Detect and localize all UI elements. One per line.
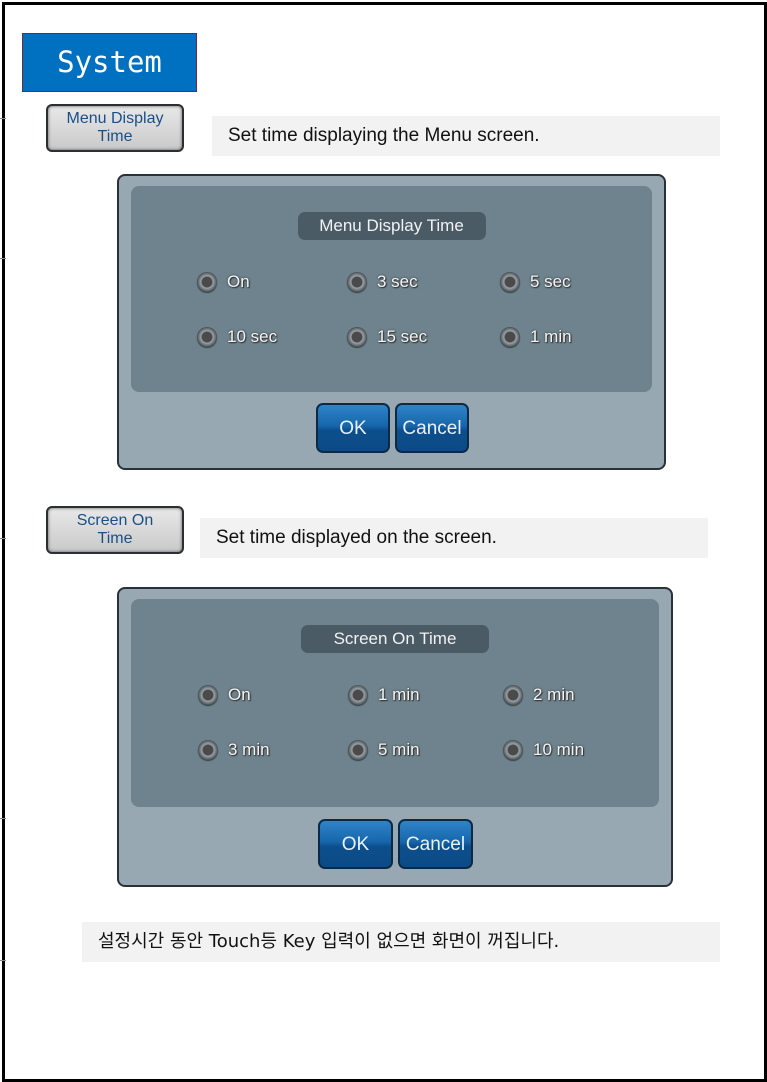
dialog-title: Screen On Time [301,625,489,653]
margin-tick [0,538,6,539]
option-5-min[interactable]: 5 min [348,740,420,760]
menu-display-time-chip: Menu Display Time [46,104,184,152]
dialog-title: Menu Display Time [297,212,486,240]
radio-icon[interactable] [348,685,368,705]
option-label: 10 min [533,740,585,759]
radio-icon[interactable] [503,685,523,705]
radio-icon[interactable] [347,272,367,292]
option-label: On [227,272,250,291]
option-label: 2 min [533,685,575,704]
option-label: 5 min [378,740,420,759]
menu-display-time-dialog: Menu Display Time On 3 sec 5 sec 10 sec … [117,174,666,470]
option-label: 3 min [228,740,270,759]
option-3-min[interactable]: 3 min [198,740,270,760]
radio-icon[interactable] [503,740,523,760]
option-3-sec[interactable]: 3 sec [347,272,418,292]
radio-icon[interactable] [198,740,218,760]
ok-button[interactable]: OK [316,403,390,453]
option-label: 1 min [378,685,420,704]
chip-label-line1: Menu Display [66,110,164,127]
chip-label-line2: Time [97,530,133,547]
option-10-min[interactable]: 10 min [503,740,584,760]
chip-label-line2: Time [97,128,133,145]
margin-tick [0,818,6,819]
radio-icon[interactable] [347,327,367,347]
menu-display-description: Set time displaying the Menu screen. [212,116,720,156]
screen-on-description: Set time displayed on the screen. [200,518,708,558]
radio-icon[interactable] [348,740,368,760]
dialog-panel: Screen On Time On 1 min 2 min 3 min 5 mi… [131,599,659,807]
option-5-sec[interactable]: 5 sec [500,272,571,292]
option-1-min[interactable]: 1 min [348,685,420,705]
option-label: 5 sec [530,272,571,291]
option-2-min[interactable]: 2 min [503,685,575,705]
radio-icon[interactable] [500,272,520,292]
option-15-sec[interactable]: 15 sec [347,327,427,347]
option-on[interactable]: On [198,685,251,705]
option-label: On [228,685,251,704]
option-label: 10 sec [227,327,278,346]
ok-button[interactable]: OK [318,819,393,869]
margin-tick [0,258,6,259]
cancel-button[interactable]: Cancel [398,819,473,869]
margin-tick [0,118,6,119]
option-on[interactable]: On [197,272,250,292]
option-label: 3 sec [377,272,418,291]
option-label: 15 sec [377,327,428,346]
dialog-panel: Menu Display Time On 3 sec 5 sec 10 sec … [131,186,652,392]
radio-icon[interactable] [500,327,520,347]
section-title: System [22,33,197,92]
cancel-button[interactable]: Cancel [395,403,469,453]
option-1-min[interactable]: 1 min [500,327,572,347]
option-label: 1 min [530,327,572,346]
margin-tick [0,960,6,961]
note-text: 설정시간 동안 Touch등 Key 입력이 없으면 화면이 꺼집니다. [82,922,720,962]
radio-icon[interactable] [198,685,218,705]
option-10-sec[interactable]: 10 sec [197,327,277,347]
radio-icon[interactable] [197,327,217,347]
screen-on-time-dialog: Screen On Time On 1 min 2 min 3 min 5 mi… [117,587,673,887]
radio-icon[interactable] [197,272,217,292]
screen-on-time-chip: Screen On Time [46,506,184,554]
chip-label-line1: Screen On [76,512,154,529]
